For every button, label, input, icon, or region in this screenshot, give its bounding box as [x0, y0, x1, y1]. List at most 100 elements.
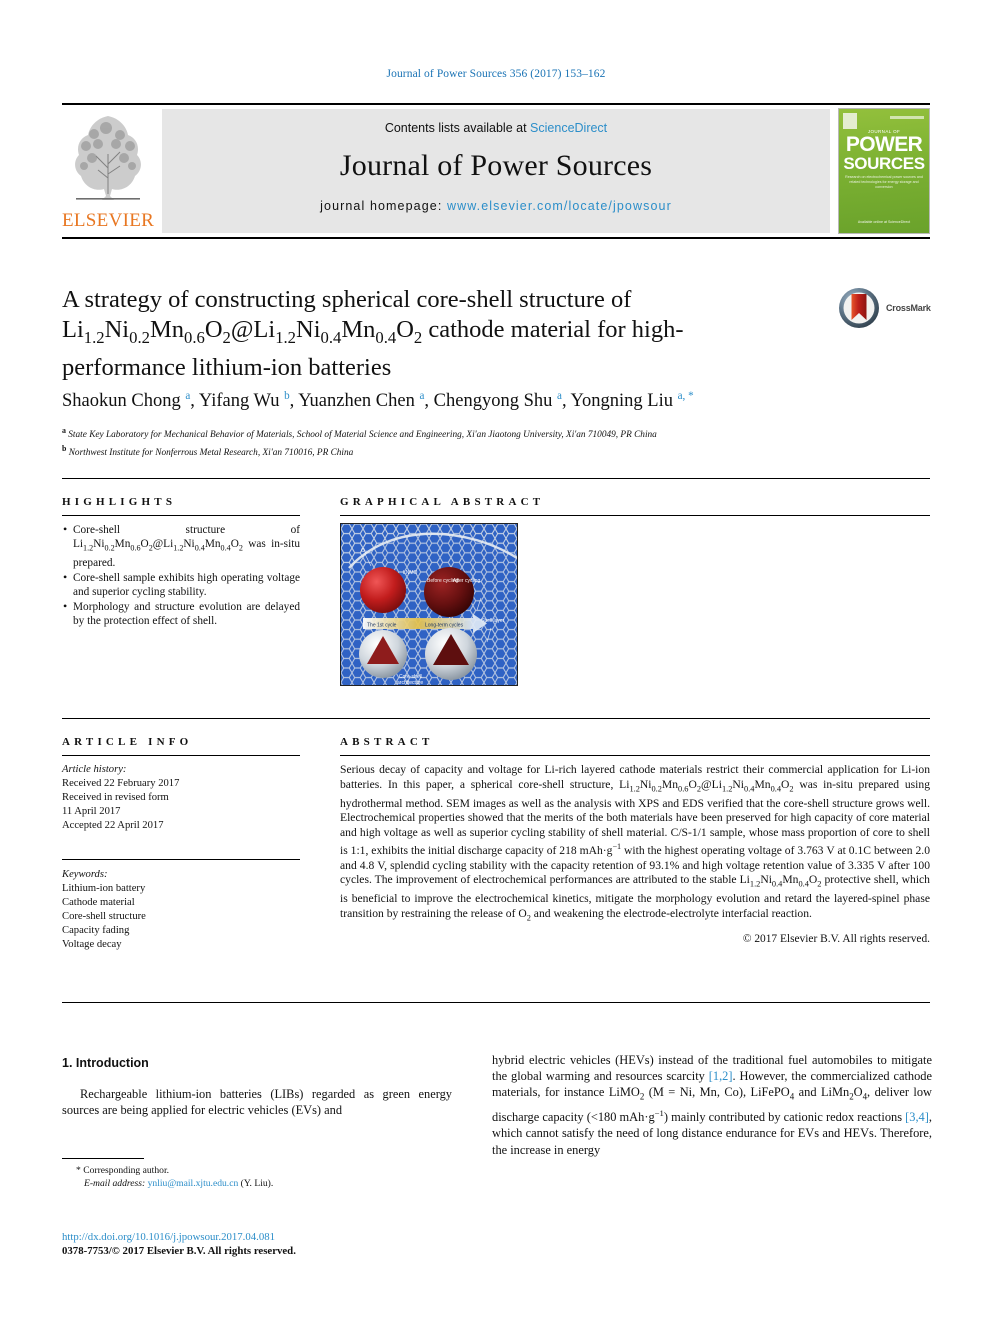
citation-ref-3-4[interactable]: [3,4] [905, 1110, 929, 1124]
article-info-section: ARTICLE INFO Article history: Received 2… [62, 736, 300, 952]
graphical-abstract-section: GRAPHICAL ABSTRACT O₂ LNMO Before cyclin… [340, 496, 930, 686]
paper-page: Journal of Power Sources 356 (2017) 153–… [0, 0, 992, 1323]
cover-title-power: POWER [845, 133, 923, 156]
article-title-block: A strategy of constructing spherical cor… [62, 285, 822, 383]
affiliation-b: b Northwest Institute for Nonferrous Met… [62, 442, 932, 460]
svg-text:architecture: architecture [397, 680, 423, 685]
svg-text:The 1st cycle: The 1st cycle [367, 623, 397, 629]
abstract-heading: ABSTRACT [340, 736, 434, 748]
contents-prefix: Contents lists available at [384, 121, 527, 135]
author-5-affil-mark: a, * [677, 390, 694, 402]
highlights-list: Core-shell structure of Li1.2Ni0.2Mn0.6O… [62, 522, 300, 629]
article-history-block: Article history: Received 22 February 20… [62, 763, 300, 833]
divider-below-abstract [62, 1002, 930, 1003]
crossmark-badge[interactable]: CrossMark [838, 287, 938, 331]
corresponding-author-label: Corresponding author. [83, 1165, 170, 1176]
graphical-abstract-rule [340, 515, 930, 516]
affiliation-b-text: Northwest Institute for Nonferrous Metal… [68, 448, 354, 459]
highlight-item: Core-shell structure of Li1.2Ni0.2Mn0.6O… [63, 522, 300, 570]
elsevier-logo: ELSEVIER [62, 108, 154, 234]
article-title: A strategy of constructing spherical cor… [62, 285, 822, 383]
cover-elsevier-icon [843, 113, 857, 129]
graphical-abstract-heading: GRAPHICAL ABSTRACT [340, 496, 545, 508]
highlights-heading: HIGHLIGHTS [62, 496, 177, 508]
introduction-heading: 1. Introduction [62, 1056, 452, 1070]
highlights-rule [62, 515, 300, 516]
affiliation-b-mark: b [62, 444, 67, 454]
highlights-section: HIGHLIGHTS Core-shell structure of Li1.2… [62, 496, 300, 630]
cover-top-rule [890, 116, 924, 119]
author-1: Shaokun Chong a [62, 390, 191, 412]
divider-below-highlights [62, 718, 930, 719]
abstract-text: Serious decay of capacity and voltage fo… [340, 763, 930, 923]
introduction-paragraph-left: Rechargeable lithium-ion batteries (LIBs… [62, 1087, 452, 1118]
keyword-item: Cathode material [62, 897, 135, 908]
keyword-item: Capacity fading [62, 925, 130, 936]
author-4: Chengyong Shu a [433, 390, 562, 412]
elsevier-tree-icon [62, 108, 154, 208]
highlight-item: Core-shell sample exhibits high operatin… [63, 570, 300, 599]
author-1-affil-mark: a [185, 390, 191, 402]
svg-text:O₂: O₂ [361, 548, 367, 554]
crossmark-label: CrossMark [886, 303, 931, 313]
author-4-affil-mark: a [557, 390, 562, 402]
sciencedirect-link[interactable]: ScienceDirect [530, 121, 607, 135]
journal-cover-thumbnail: JOURNAL OF POWER SOURCES Research on ele… [838, 108, 930, 234]
citation-ref-1-2[interactable]: [1,2] [709, 1069, 733, 1083]
svg-text:Long-term cycles: Long-term cycles [425, 623, 464, 629]
masthead-center-panel: Contents lists available at ScienceDirec… [162, 109, 830, 233]
footnote-block: * Corresponding author. E-mail address: … [62, 1164, 482, 1190]
abstract-rule [340, 755, 930, 756]
highlight-item: Morphology and structure evolution are d… [63, 599, 300, 628]
author-5: Yongning Liu a, * [570, 390, 694, 412]
divider-above-highlights [62, 478, 930, 479]
keyword-item: Core-shell structure [62, 911, 146, 922]
cover-footer-text: Available online at ScienceDirect [857, 220, 911, 224]
graphical-abstract-image: O₂ LNMO Before cycling Shell layer The 1… [340, 523, 518, 686]
title-line-1: A strategy of constructing spherical cor… [62, 286, 632, 313]
keywords-label: Keywords: [62, 869, 108, 880]
article-history-revised: Received in revised form [62, 792, 169, 803]
introduction-left-column: 1. Introduction Rechargeable lithium-ion… [62, 1056, 452, 1118]
keywords-block: Keywords: Lithium-ion battery Cathode ma… [62, 868, 300, 952]
email-owner: (Y. Liu). [240, 1178, 274, 1189]
abstract-copyright: © 2017 Elsevier B.V. All rights reserved… [742, 932, 930, 945]
author-3-affil-mark: a [419, 390, 425, 402]
author-list: Shaokun Chong a, Yifang Wu b, Yuanzhen C… [62, 390, 694, 412]
introduction-paragraph-right: hybrid electric vehicles (HEVs) instead … [492, 1053, 932, 1157]
keyword-item: Voltage decay [62, 939, 122, 950]
issn-copyright-line: 0378-7753/© 2017 Elsevier B.V. All right… [62, 1245, 296, 1257]
title-formula: Li1.2Ni0.2Mn0.6O2@Li1.2Ni0.4Mn0.4O2 [62, 316, 423, 347]
affiliation-a: a State Key Laboratory for Mechanical Be… [62, 424, 932, 442]
homepage-url-link[interactable]: www.elsevier.com/locate/jpowsour [447, 199, 672, 213]
introduction-number: 1. [62, 1056, 73, 1070]
email-link[interactable]: ynliu@mail.xjtu.edu.cn [148, 1178, 239, 1189]
article-history-revised-date: 11 April 2017 [62, 806, 121, 817]
running-head: Journal of Power Sources 356 (2017) 153–… [386, 68, 606, 80]
doi-link[interactable]: http://dx.doi.org/10.1016/j.jpowsour.201… [62, 1230, 562, 1244]
email-line: E-mail address: ynliu@mail.xjtu.edu.cn (… [62, 1177, 482, 1190]
footnote-rule [62, 1158, 144, 1159]
affiliation-a-text: State Key Laboratory for Mechanical Beha… [68, 430, 657, 441]
svg-text:After cycling: After cycling [453, 578, 480, 584]
journal-homepage-line: journal homepage: www.elsevier.com/locat… [162, 199, 830, 213]
article-info-heading: ARTICLE INFO [62, 736, 193, 748]
email-label: E-mail address: [84, 1178, 146, 1189]
journal-masthead: ELSEVIER Contents lists available at Sci… [62, 103, 930, 239]
svg-text:LNMO: LNMO [403, 570, 418, 576]
doi-block: http://dx.doi.org/10.1016/j.jpowsour.201… [62, 1230, 562, 1258]
homepage-prefix: journal homepage: [320, 199, 443, 213]
author-2-affil-mark: b [284, 390, 290, 402]
contents-available-line: Contents lists available at ScienceDirec… [162, 121, 830, 135]
affiliation-a-mark: a [62, 426, 66, 435]
author-3: Yuanzhen Chen a [298, 390, 425, 412]
keyword-item: Lithium-ion battery [62, 883, 146, 894]
corresponding-author-line: * Corresponding author. [62, 1164, 482, 1177]
cover-subtitle: Research on electrochemical power source… [845, 175, 923, 189]
article-history-accepted: Accepted 22 April 2017 [62, 820, 164, 831]
article-history-label: Article history: [62, 764, 127, 775]
article-history-received: Received 22 February 2017 [62, 778, 180, 789]
keywords-rule [62, 859, 300, 860]
affiliation-list: a State Key Laboratory for Mechanical Be… [62, 424, 932, 460]
article-info-rule [62, 755, 300, 756]
